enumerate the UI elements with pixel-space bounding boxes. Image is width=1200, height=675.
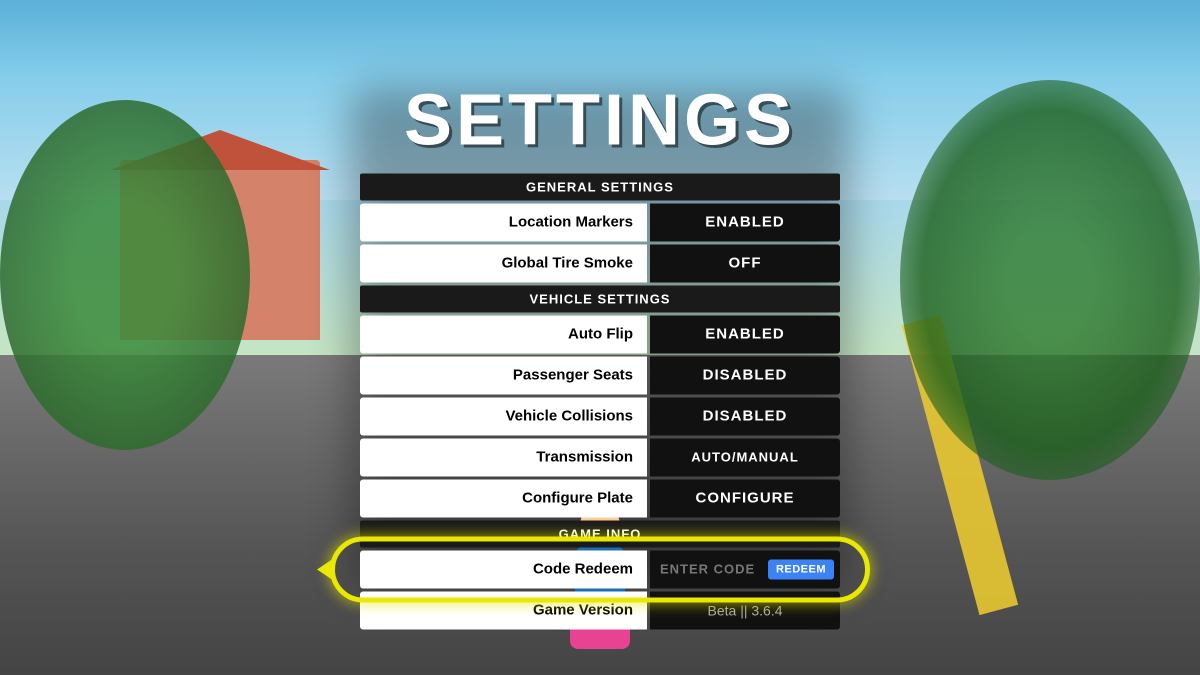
- location-markers-label[interactable]: Location Markers: [360, 203, 647, 241]
- vehicle-settings-header: VEHICLE SETTINGS: [360, 285, 840, 312]
- configure-plate-value[interactable]: CONFIGURE: [650, 479, 840, 517]
- vehicle-collisions-row: Vehicle Collisions DISABLED: [360, 397, 840, 435]
- scenery-left: [0, 100, 250, 450]
- location-markers-value[interactable]: ENABLED: [650, 203, 840, 241]
- auto-flip-label[interactable]: Auto Flip: [360, 315, 647, 353]
- passenger-seats-row: Passenger Seats DISABLED: [360, 356, 840, 394]
- general-settings-header: GENERAL SETTINGS: [360, 173, 840, 200]
- global-tire-smoke-value[interactable]: OFF: [650, 244, 840, 282]
- settings-title: SETTINGS: [404, 79, 796, 161]
- vehicle-collisions-label[interactable]: Vehicle Collisions: [360, 397, 647, 435]
- code-redeem-label[interactable]: Code Redeem: [360, 550, 647, 588]
- game-version-value: Beta || 3.6.4: [650, 591, 840, 629]
- game-version-label: Game Version: [360, 591, 647, 629]
- auto-flip-value[interactable]: ENABLED: [650, 315, 840, 353]
- code-redeem-container: Code Redeem ENTER CODE REDEEM: [360, 550, 840, 588]
- global-tire-smoke-row: Global Tire Smoke OFF: [360, 244, 840, 282]
- game-info-header: GAME INFO: [360, 520, 840, 547]
- redeem-button[interactable]: REDEEM: [768, 559, 834, 579]
- settings-rows: GENERAL SETTINGS Location Markers ENABLE…: [360, 173, 840, 629]
- code-input-placeholder[interactable]: ENTER CODE: [660, 562, 755, 577]
- settings-panel: SETTINGS GENERAL SETTINGS Location Marke…: [360, 79, 840, 629]
- location-markers-row: Location Markers ENABLED: [360, 203, 840, 241]
- passenger-seats-label[interactable]: Passenger Seats: [360, 356, 647, 394]
- code-redeem-row: Code Redeem ENTER CODE REDEEM: [360, 550, 840, 588]
- transmission-value[interactable]: AUTO/MANUAL: [650, 438, 840, 476]
- transmission-label[interactable]: Transmission: [360, 438, 647, 476]
- transmission-row: Transmission AUTO/MANUAL: [360, 438, 840, 476]
- scenery-right: [900, 80, 1200, 480]
- configure-plate-row: Configure Plate CONFIGURE: [360, 479, 840, 517]
- auto-flip-row: Auto Flip ENABLED: [360, 315, 840, 353]
- passenger-seats-value[interactable]: DISABLED: [650, 356, 840, 394]
- global-tire-smoke-label[interactable]: Global Tire Smoke: [360, 244, 647, 282]
- code-redeem-value: ENTER CODE REDEEM: [650, 550, 840, 588]
- game-version-row: Game Version Beta || 3.6.4: [360, 591, 840, 629]
- vehicle-collisions-value[interactable]: DISABLED: [650, 397, 840, 435]
- configure-plate-label[interactable]: Configure Plate: [360, 479, 647, 517]
